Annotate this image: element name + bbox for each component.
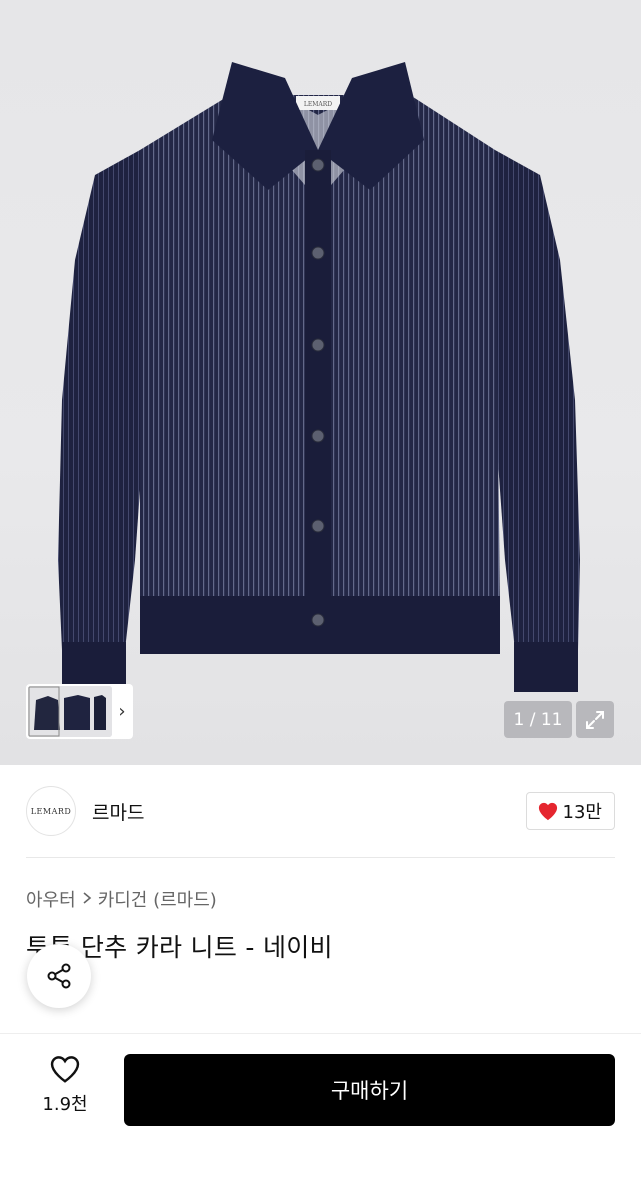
brand-name[interactable]: 르마드: [92, 798, 144, 825]
buy-button[interactable]: 구매하기: [124, 1054, 615, 1126]
divider: [26, 857, 615, 858]
brand-logo[interactable]: LEMARD: [26, 786, 76, 836]
brand-like-button[interactable]: 13만: [525, 792, 615, 830]
wishlist-count: 1.9천: [42, 1094, 88, 1115]
share-icon: [47, 963, 71, 989]
chevron-right-icon[interactable]: ›: [112, 686, 132, 737]
garment-label-text: LEMARD: [304, 101, 332, 108]
thumbnail-image[interactable]: [28, 686, 112, 737]
breadcrumb-subcategory[interactable]: 카디건 (르마드): [98, 886, 217, 912]
breadcrumb: 아우터 카디건 (르마드): [26, 886, 217, 912]
brand-like-count: 13만: [562, 802, 602, 823]
expand-icon[interactable]: [576, 701, 614, 738]
product-cardigan-image: LEMARD: [58, 62, 580, 692]
breadcrumb-category[interactable]: 아우터: [26, 886, 76, 912]
bottom-action-bar: 1.9천 구매하기: [0, 1033, 641, 1200]
thumbnail-strip[interactable]: ›: [26, 684, 133, 739]
image-counter: 1 / 11: [504, 701, 572, 738]
brand-row[interactable]: LEMARD 르마드 13만: [26, 786, 615, 836]
product-image-gallery[interactable]: LEMARD › 1 / 11: [0, 0, 641, 765]
heart-filled-icon: [538, 802, 557, 821]
chevron-right-icon: [82, 889, 92, 910]
heart-outline-icon: [50, 1056, 80, 1083]
share-button[interactable]: [27, 944, 91, 1008]
wishlist-button[interactable]: 1.9천: [26, 1054, 104, 1116]
